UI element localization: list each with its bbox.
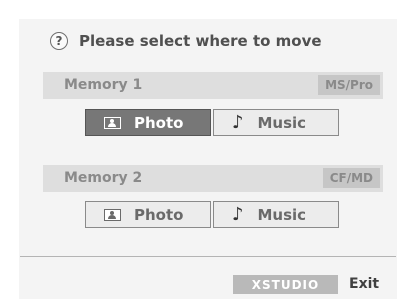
memory-2-photo-button[interactable]: Photo [85, 201, 211, 228]
dialog-panel [19, 19, 397, 299]
music-note-icon: ♪ [232, 204, 244, 225]
help-icon[interactable]: ? [50, 32, 68, 50]
memory-2-title: Memory 2 [64, 170, 143, 186]
memory-1-photo-button[interactable]: Photo [85, 109, 211, 136]
memory-2-bar: Memory 2 CF/MD [43, 165, 383, 192]
music-note-icon: ♪ [232, 112, 244, 133]
memory-1-badge: MS/Pro [318, 75, 380, 95]
memory-1-photo-label: Photo [134, 113, 184, 132]
memory-2-music-button[interactable]: ♪ Music [213, 201, 339, 228]
memory-1-title: Memory 1 [64, 77, 143, 93]
memory-2-photo-label: Photo [134, 205, 184, 224]
memory-1-music-button[interactable]: ♪ Music [213, 109, 339, 136]
photo-icon [104, 208, 121, 221]
dialog-header: ? Please select where to move [50, 32, 322, 50]
memory-1-music-label: Music [257, 113, 307, 132]
dialog-title: Please select where to move [79, 32, 322, 50]
memory-1-bar: Memory 1 MS/Pro [43, 72, 383, 99]
exit-label[interactable]: Exit [349, 276, 379, 292]
xstudio-button[interactable]: XSTUDIO [233, 275, 338, 294]
memory-2-badge: CF/MD [322, 168, 380, 188]
footer-divider [20, 256, 396, 257]
xstudio-label: XSTUDIO [251, 277, 320, 292]
memory-2-music-label: Music [257, 205, 307, 224]
photo-icon [104, 116, 121, 129]
